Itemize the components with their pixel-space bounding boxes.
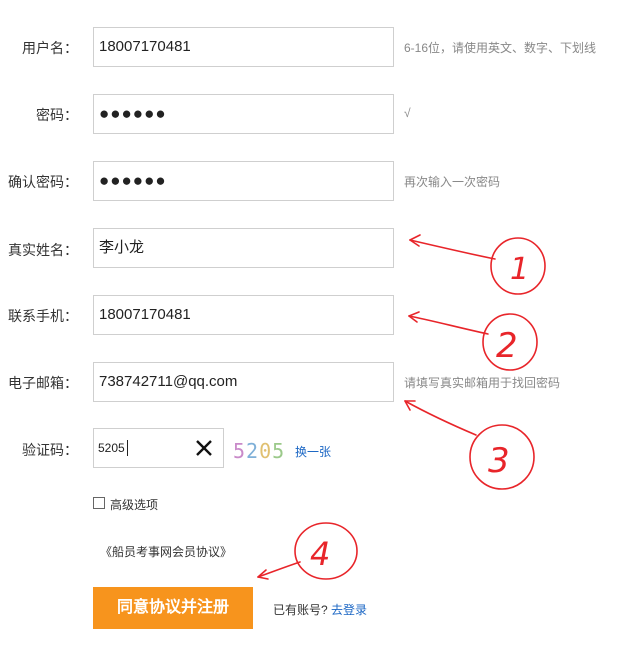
annotation-arrow-4 bbox=[257, 522, 358, 580]
refresh-captcha-link[interactable]: 换一张 bbox=[295, 443, 331, 460]
captcha-image[interactable]: 5205 bbox=[233, 439, 285, 463]
close-icon[interactable] bbox=[194, 438, 214, 458]
phone-label: 联系手机： bbox=[8, 308, 78, 324]
email-input[interactable]: 738742711@qq.com bbox=[93, 362, 394, 402]
captcha-char: 0 bbox=[259, 439, 273, 463]
advanced-options-checkbox[interactable] bbox=[93, 497, 105, 509]
captcha-input[interactable]: 5205 bbox=[93, 428, 224, 468]
email-hint: 请填写真实邮箱用于找回密码 bbox=[404, 376, 561, 390]
username-input[interactable]: 18007170481 bbox=[93, 27, 394, 67]
phone-input[interactable]: 18007170481 bbox=[93, 295, 394, 335]
captcha-input-value: 5205 bbox=[98, 441, 125, 455]
annotation-number-1: 1 bbox=[510, 252, 529, 287]
annotation-number-2: 2 bbox=[496, 326, 518, 366]
real-name-label: 真实姓名： bbox=[8, 242, 78, 258]
username-hint: 6-16位，请使用英文、数字、下划线 bbox=[404, 41, 597, 55]
advanced-options-label[interactable]: 高级选项 bbox=[110, 496, 158, 513]
have-account-text: 已有账号? bbox=[273, 603, 328, 617]
username-label: 用户名： bbox=[22, 40, 78, 56]
have-account-line: 已有账号? 去登录 bbox=[273, 601, 367, 618]
annotation-number-4: 4 bbox=[310, 535, 330, 573]
captcha-char: 5 bbox=[272, 439, 286, 463]
email-label: 电子邮箱： bbox=[8, 375, 78, 391]
real-name-input[interactable]: 李小龙 bbox=[93, 228, 394, 268]
password-input[interactable]: ●●●●●● bbox=[93, 94, 394, 134]
annotation-number-3: 3 bbox=[488, 441, 510, 481]
annotation-arrow-3 bbox=[404, 400, 535, 490]
password-label: 密码： bbox=[36, 107, 78, 123]
captcha-char: 2 bbox=[246, 439, 260, 463]
login-link[interactable]: 去登录 bbox=[331, 603, 367, 617]
captcha-label: 验证码： bbox=[22, 442, 78, 458]
confirm-password-input[interactable]: ●●●●●● bbox=[93, 161, 394, 201]
text-caret bbox=[127, 440, 128, 456]
member-agreement-link[interactable]: 《船员考事网会员协议》 bbox=[100, 543, 232, 560]
password-valid-mark: √ bbox=[404, 106, 411, 120]
annotation-arrow-2 bbox=[408, 311, 538, 371]
annotation-arrow-1 bbox=[409, 234, 546, 295]
captcha-char: 5 bbox=[233, 439, 247, 463]
confirm-password-label: 确认密码： bbox=[8, 174, 78, 190]
agree-and-register-button[interactable]: 同意协议并注册 bbox=[93, 587, 253, 629]
confirm-password-hint: 再次输入一次密码 bbox=[404, 175, 501, 189]
